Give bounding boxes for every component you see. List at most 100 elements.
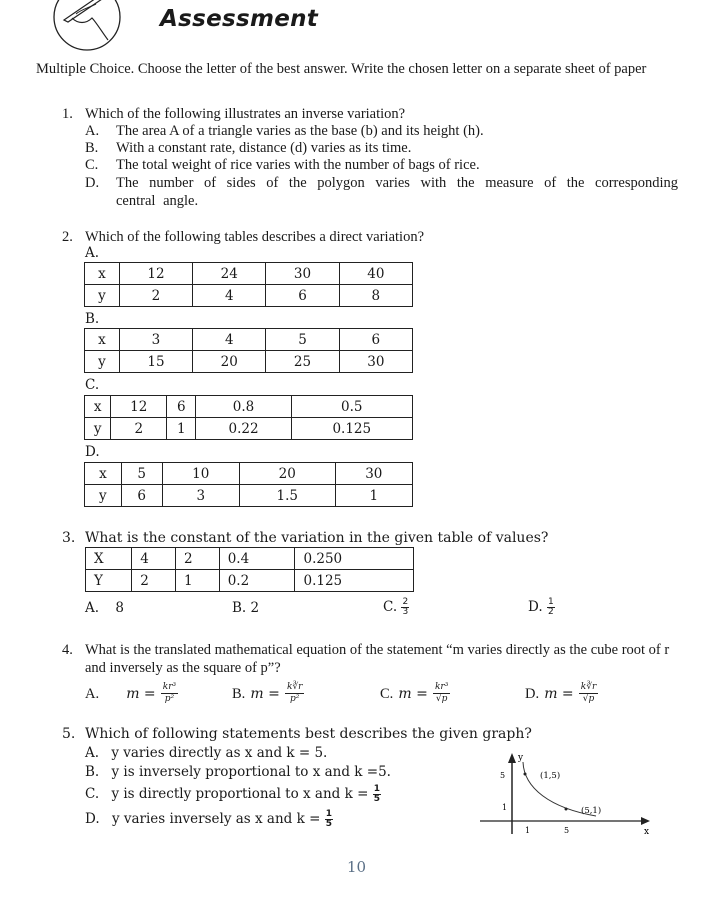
table-cell: 0.4 <box>218 547 296 570</box>
q2-table-a: x 12 24 30 40 y 2 4 6 8 <box>84 262 414 307</box>
q5-option-a-text: y varies directly as x and k = 5. <box>111 745 328 761</box>
point-5-1 <box>564 807 568 811</box>
table-cell: 1 <box>166 417 197 440</box>
denominator: p² <box>290 694 300 704</box>
table-row: Y 2 1 0.2 0.125 <box>84 569 414 592</box>
q5-option-a: A. y varies directly as x and k = 5. <box>85 745 327 761</box>
question-4-text: What is the translated mathematical equa… <box>85 642 670 676</box>
q3-option-b-letter: B. <box>232 600 247 616</box>
y-axis-label: y <box>517 753 524 763</box>
table-row: y 2 1 0.22 0.125 <box>83 417 414 440</box>
table-cell: 2 <box>118 284 194 307</box>
q2-table-c-letter: C. <box>85 377 100 393</box>
page-title: Assessment <box>160 6 319 32</box>
q4-option-c-lhs: m = <box>398 686 428 702</box>
table-cell: 4 <box>192 328 267 351</box>
y-tick-5: 5 <box>500 771 505 780</box>
table-cell: 0.125 <box>290 417 414 440</box>
q4-option-a-letter: A. <box>85 686 100 702</box>
denominator: 5 <box>325 819 332 829</box>
question-1-number: 1. <box>62 106 73 122</box>
q4-option-a-fraction: kr³ p² <box>160 682 179 705</box>
table-cell: 5 <box>265 328 340 351</box>
table-cell: 0.2 <box>218 569 296 592</box>
table-row: y 15 20 25 30 <box>84 350 414 373</box>
instructions: Multiple Choice. Choose the letter of th… <box>36 61 647 77</box>
table-cell: y <box>84 484 122 507</box>
q5-option-b: B. y is inversely proportional to x and … <box>85 764 391 780</box>
q1-option-d-text: The number of sides of the polygon varie… <box>116 175 678 209</box>
table-cell: 4 <box>192 284 267 307</box>
question-4-number: 4. <box>62 642 73 658</box>
question-3-text: What is the constant of the variation in… <box>85 530 549 546</box>
table-cell: 15 <box>118 350 194 373</box>
q1-option-d-letter: D. <box>85 175 100 191</box>
table-cell: y <box>84 350 120 373</box>
table-cell: 40 <box>338 262 414 285</box>
point-1-5 <box>523 772 527 776</box>
q3-option-c-fraction: 2 3 <box>401 598 410 617</box>
numerator: k∛r <box>578 682 599 694</box>
table-cell: 1.5 <box>238 484 336 507</box>
table-row: y 2 4 6 8 <box>84 284 414 307</box>
q5-option-d-text: y varies inversely as x and k = <box>111 811 321 827</box>
point-label-1-5: (1,5) <box>540 770 560 781</box>
q5-option-c-letter: C. <box>85 786 100 802</box>
q4-option-c: C. m = kr³ √p <box>380 682 451 705</box>
table-cell: 6 <box>166 395 197 418</box>
question-2-number: 2. <box>62 229 73 245</box>
table-cell: 2 <box>175 547 220 570</box>
denominator: 3 <box>402 607 409 617</box>
q2-table-b-letter: B. <box>85 311 100 327</box>
table-cell: 3 <box>118 328 194 351</box>
table-cell: x <box>84 328 120 351</box>
table-cell: 10 <box>161 462 240 485</box>
denominator: √p <box>435 694 448 704</box>
numerator: kr³ <box>432 682 451 694</box>
q4-option-d: D. m = k∛r √p <box>525 682 599 705</box>
table-row: x 5 10 20 30 <box>84 462 414 485</box>
q4-option-b-lhs: m = <box>250 686 280 702</box>
table-row: y 6 3 1.5 1 <box>84 484 414 507</box>
table-row: X 4 2 0.4 0.250 <box>84 547 414 570</box>
q2-table-c: x 12 6 0.8 0.5 y 2 1 0.22 0.125 <box>83 395 414 440</box>
table-cell: 0.8 <box>195 395 292 418</box>
q3-option-b: B. 2 <box>232 600 259 616</box>
q3-option-a-value: 8 <box>115 600 124 616</box>
x-axis-arrow-icon <box>641 817 650 825</box>
x-axis-label: x <box>644 827 649 837</box>
numerator: kr³ <box>160 682 179 694</box>
q3-option-d-fraction: 1 2 <box>546 598 555 617</box>
table-cell: X <box>84 547 133 570</box>
table-cell: y <box>84 284 120 307</box>
table-row: x 12 24 30 40 <box>84 262 414 285</box>
table-row: x 3 4 5 6 <box>84 328 414 351</box>
table-cell: y <box>83 417 112 440</box>
q5-option-c-text: y is directly proportional to x and k = <box>111 786 369 802</box>
q3-option-c: C. 2 3 <box>383 598 410 617</box>
table-cell: 0.250 <box>294 547 414 570</box>
denominator: p² <box>164 694 175 704</box>
q5-graph: y x 5 1 1 5 (1,5) (5,1) <box>480 753 650 837</box>
table-cell: 2 <box>131 569 176 592</box>
table-cell: 25 <box>265 350 340 373</box>
question-2-text: Which of the following tables describes … <box>85 229 425 245</box>
q4-option-d-lhs: m = <box>544 686 574 702</box>
q2-table-d: x 5 10 20 30 y 6 3 1.5 1 <box>84 462 414 507</box>
numerator: k∛r <box>284 682 305 694</box>
page-number: 10 <box>347 858 367 876</box>
q4-option-d-letter: D. <box>525 686 540 702</box>
q2-table-b: x 3 4 5 6 y 15 20 25 30 <box>84 328 414 373</box>
table-cell: 8 <box>338 284 414 307</box>
table-cell: 0.5 <box>290 395 414 418</box>
table-cell: 12 <box>110 395 168 418</box>
denominator: √p <box>582 694 595 704</box>
q3-table: X 4 2 0.4 0.250 Y 2 1 0.2 0.125 <box>84 547 414 592</box>
table-cell: 1 <box>334 484 414 507</box>
table-cell: 30 <box>265 262 340 285</box>
table-row: x 12 6 0.8 0.5 <box>83 395 414 418</box>
table-cell: 20 <box>192 350 267 373</box>
table-cell: x <box>84 462 122 485</box>
q5-option-d: D. y varies inversely as x and k = 1 5 <box>85 810 333 829</box>
table-cell: x <box>83 395 112 418</box>
